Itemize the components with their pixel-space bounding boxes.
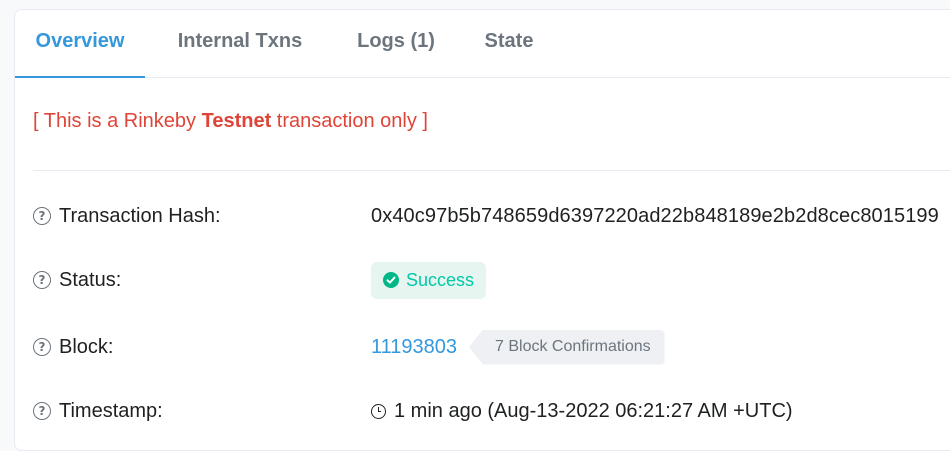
status-label: Status:: [59, 268, 122, 291]
transaction-hash-value-group: 0x40c97b5b748659d6397220ad22b848189e2b2d…: [371, 196, 939, 236]
transaction-hash-value: 0x40c97b5b748659d6397220ad22b848189e2b2d…: [371, 204, 939, 227]
block-value-group: 11193803 7 Block Confirmations: [371, 327, 665, 367]
timestamp-label-group: ? Timestamp:: [33, 391, 163, 431]
testnet-notice-prefix: [ This is a Rinkeby: [33, 110, 202, 132]
tab-internal-txns-label: Internal Txns: [177, 30, 303, 52]
transaction-card: Overview Internal Txns Logs (1) State [ …: [14, 9, 950, 451]
row-status: ? Status: Success: [33, 260, 950, 300]
row-transaction-hash: ? Transaction Hash: 0x40c97b5b748659d639…: [33, 196, 950, 236]
status-badge-text: Success: [406, 269, 475, 290]
tab-overview[interactable]: Overview: [15, 10, 145, 78]
clock-icon: [371, 403, 386, 419]
question-circle-icon[interactable]: ?: [33, 207, 51, 225]
status-badge: Success: [371, 261, 487, 299]
testnet-notice: [ This is a Rinkeby Testnet transaction …: [33, 110, 428, 133]
tab-state-label: State: [484, 30, 534, 52]
tab-bar: Overview Internal Txns Logs (1) State: [15, 10, 950, 78]
testnet-notice-emphasis: Testnet: [201, 110, 272, 132]
block-number-link[interactable]: 11193803: [371, 336, 457, 359]
tab-logs[interactable]: Logs (1): [343, 10, 449, 77]
tab-overview-label: Overview: [35, 30, 125, 52]
block-label: Block:: [59, 335, 114, 358]
section-divider: [33, 170, 950, 171]
question-circle-icon[interactable]: ?: [33, 271, 51, 289]
check-circle-icon: [383, 272, 399, 288]
block-confirmations-badge: 7 Block Confirmations: [469, 329, 665, 365]
tab-logs-label: Logs (1): [357, 30, 435, 52]
status-value-group: Success: [371, 260, 487, 300]
testnet-notice-suffix: transaction only ]: [271, 110, 428, 132]
transaction-hash-label: Transaction Hash:: [59, 204, 221, 227]
tab-state[interactable]: State: [473, 10, 545, 77]
transaction-hash-label-group: ? Transaction Hash:: [33, 196, 221, 236]
question-circle-icon[interactable]: ?: [33, 338, 51, 356]
row-timestamp: ? Timestamp: 1 min ago (Aug-13-2022 06:2…: [33, 391, 950, 431]
block-label-group: ? Block:: [33, 327, 113, 367]
tab-internal-txns[interactable]: Internal Txns: [165, 10, 315, 77]
timestamp-value-group: 1 min ago (Aug-13-2022 06:21:27 AM +UTC): [371, 391, 793, 431]
question-circle-icon[interactable]: ?: [33, 402, 51, 420]
status-label-group: ? Status:: [33, 260, 121, 300]
active-tab-indicator: [15, 76, 145, 78]
timestamp-value: 1 min ago (Aug-13-2022 06:21:27 AM +UTC): [394, 399, 793, 422]
row-block: ? Block: 11193803 7 Block Confirmations: [33, 327, 950, 367]
timestamp-label: Timestamp:: [59, 399, 163, 422]
